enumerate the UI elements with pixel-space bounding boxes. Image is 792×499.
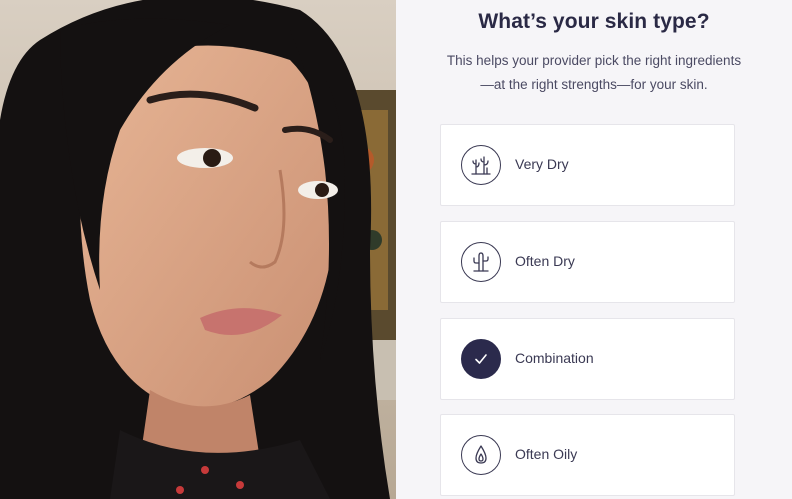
option-often-dry[interactable]: Often Dry	[440, 221, 735, 303]
option-label: Often Oily	[515, 446, 578, 462]
oil-drop-icon	[461, 435, 501, 475]
option-label: Often Dry	[515, 253, 575, 269]
cactus-plants-icon	[461, 145, 501, 185]
quiz-subtitle-line-1: This helps your provider pick the right …	[446, 53, 742, 68]
quiz-title: What’s your skin type?	[478, 10, 710, 33]
skin-type-quiz-panel: What’s your skin type? This helps your p…	[396, 0, 792, 499]
option-label: Combination	[515, 350, 594, 366]
face-photo	[0, 0, 396, 499]
option-label: Very Dry	[515, 156, 569, 172]
quiz-subtitle-line-2: —at the right strengths—for your skin.	[480, 77, 708, 92]
option-combination[interactable]: Combination	[440, 318, 735, 400]
cactus-icon	[461, 242, 501, 282]
option-very-dry[interactable]: Very Dry	[440, 124, 735, 206]
quiz-subtitle: This helps your provider pick the right …	[426, 49, 762, 97]
option-often-oily[interactable]: Often Oily	[440, 414, 735, 496]
checkmark-icon	[461, 339, 501, 379]
